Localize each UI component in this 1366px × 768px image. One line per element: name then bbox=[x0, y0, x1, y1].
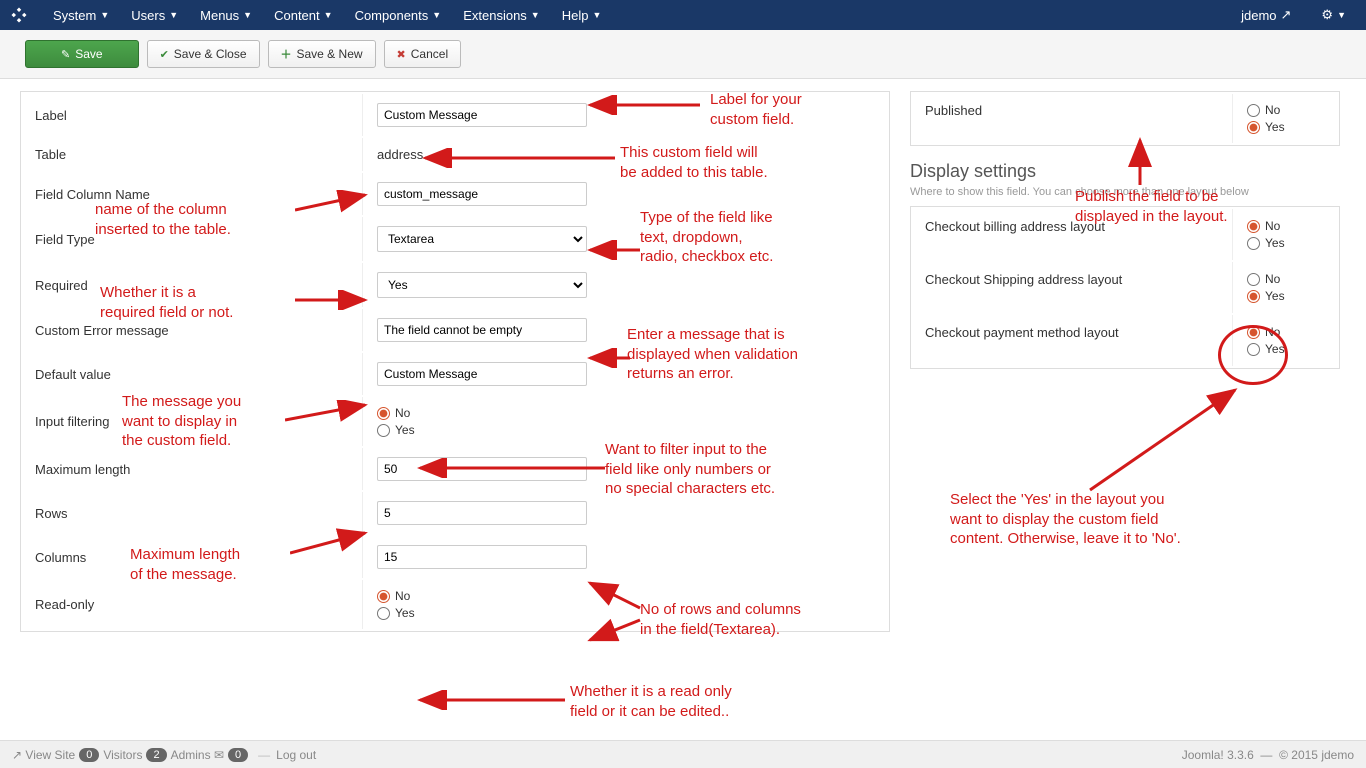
published-no[interactable]: No bbox=[1247, 103, 1325, 117]
label-label: Label bbox=[23, 94, 363, 136]
save-button[interactable]: ✎Save bbox=[25, 40, 139, 68]
toolbar: ✎Save ✔Save & Close ＋Save & New ✖Cancel bbox=[0, 30, 1366, 79]
mail-icon: ✉ bbox=[214, 748, 224, 762]
field-form: Label Tableaddress Field Column Name Fie… bbox=[20, 91, 890, 632]
layout-shipping-label: Checkout Shipping address layout bbox=[913, 262, 1233, 313]
menu-users[interactable]: Users ▼ bbox=[121, 2, 188, 29]
table-value: address bbox=[365, 138, 887, 171]
save-close-button[interactable]: ✔Save & Close bbox=[147, 40, 260, 68]
status-bar: ↗ View Site 0 Visitors 2 Admins ✉ 0 — Lo… bbox=[0, 740, 1366, 768]
gear-icon: ⚙ bbox=[1321, 7, 1333, 23]
top-navbar: System ▼ Users ▼ Menus ▼ Content ▼ Compo… bbox=[0, 0, 1366, 30]
cancel-icon: ✖ bbox=[397, 48, 406, 61]
main-menu: System ▼ Users ▼ Menus ▼ Content ▼ Compo… bbox=[43, 2, 1231, 29]
logout-link[interactable]: Log out bbox=[276, 748, 316, 762]
label-type: Field Type bbox=[23, 217, 363, 261]
label-required: Required bbox=[23, 263, 363, 307]
layout-shipping-yes[interactable]: Yes bbox=[1247, 289, 1325, 303]
label-error: Custom Error message bbox=[23, 309, 363, 351]
joomla-icon bbox=[10, 6, 28, 24]
required-select[interactable]: Yes bbox=[377, 272, 587, 298]
save-new-button[interactable]: ＋Save & New bbox=[268, 40, 376, 68]
layout-shipping-no[interactable]: No bbox=[1247, 272, 1325, 286]
visitors-label: Visitors bbox=[103, 748, 142, 762]
admins-badge: 2 bbox=[146, 748, 166, 762]
label-published: Published bbox=[913, 94, 1233, 143]
cancel-button[interactable]: ✖Cancel bbox=[384, 40, 462, 68]
default-input[interactable] bbox=[377, 362, 587, 386]
rows-input[interactable] bbox=[377, 501, 587, 525]
error-input[interactable] bbox=[377, 318, 587, 342]
published-yes[interactable]: Yes bbox=[1247, 120, 1325, 134]
filter-no[interactable]: No bbox=[377, 406, 875, 420]
label-filter: Input filtering bbox=[23, 397, 363, 446]
user-menu[interactable]: jdemo ↗ bbox=[1231, 1, 1301, 29]
menu-system[interactable]: System ▼ bbox=[43, 2, 119, 29]
label-maxlen: Maximum length bbox=[23, 448, 363, 490]
admins-label: Admins bbox=[171, 748, 211, 762]
readonly-no[interactable]: No bbox=[377, 589, 875, 603]
external-icon: ↗ bbox=[1281, 7, 1292, 23]
view-site-link[interactable]: View Site bbox=[25, 748, 75, 762]
menu-extensions[interactable]: Extensions ▼ bbox=[453, 2, 550, 29]
label-cols: Columns bbox=[23, 536, 363, 578]
layout-billing-yes[interactable]: Yes bbox=[1247, 236, 1325, 250]
label-input[interactable] bbox=[377, 103, 587, 127]
maxlen-input[interactable] bbox=[377, 457, 587, 481]
label-column: Field Column Name bbox=[23, 173, 363, 215]
menu-help[interactable]: Help ▼ bbox=[552, 2, 612, 29]
layout-billing-no[interactable]: No bbox=[1247, 219, 1325, 233]
version-label: Joomla! 3.3.6 bbox=[1182, 748, 1254, 762]
plus-icon: ＋ bbox=[281, 46, 292, 62]
annotation: Whether it is a read only field or it ca… bbox=[570, 682, 732, 721]
display-settings-hint: Where to show this field. You can choose… bbox=[910, 186, 1340, 198]
layout-payment-no[interactable]: No bbox=[1247, 325, 1325, 339]
label-default: Default value bbox=[23, 353, 363, 395]
settings-menu[interactable]: ⚙ ▼ bbox=[1311, 1, 1356, 29]
layout-payment-yes[interactable]: Yes bbox=[1247, 342, 1325, 356]
type-select[interactable]: Textarea bbox=[377, 226, 587, 252]
column-input[interactable] bbox=[377, 182, 587, 206]
display-settings-heading: Display settings bbox=[910, 161, 1340, 182]
external-icon: ↗ bbox=[12, 748, 22, 762]
menu-components[interactable]: Components ▼ bbox=[345, 2, 452, 29]
layout-billing-label: Checkout billing address layout bbox=[913, 209, 1233, 260]
label-rows: Rows bbox=[23, 492, 363, 534]
menu-menus[interactable]: Menus ▼ bbox=[190, 2, 262, 29]
check-icon: ✔ bbox=[160, 48, 169, 61]
messages-badge: 0 bbox=[228, 748, 248, 762]
label-readonly: Read-only bbox=[23, 580, 363, 629]
filter-yes[interactable]: Yes bbox=[377, 423, 875, 437]
label-table: Table bbox=[23, 138, 363, 171]
copyright-label: © 2015 jdemo bbox=[1279, 748, 1354, 762]
visitors-badge: 0 bbox=[79, 748, 99, 762]
layout-table: Checkout billing address layout No Yes C… bbox=[910, 206, 1340, 369]
menu-content[interactable]: Content ▼ bbox=[264, 2, 342, 29]
save-icon: ✎ bbox=[61, 48, 70, 61]
published-block: Published No Yes bbox=[910, 91, 1340, 146]
layout-payment-label: Checkout payment method layout bbox=[913, 315, 1233, 366]
readonly-yes[interactable]: Yes bbox=[377, 606, 875, 620]
cols-input[interactable] bbox=[377, 545, 587, 569]
